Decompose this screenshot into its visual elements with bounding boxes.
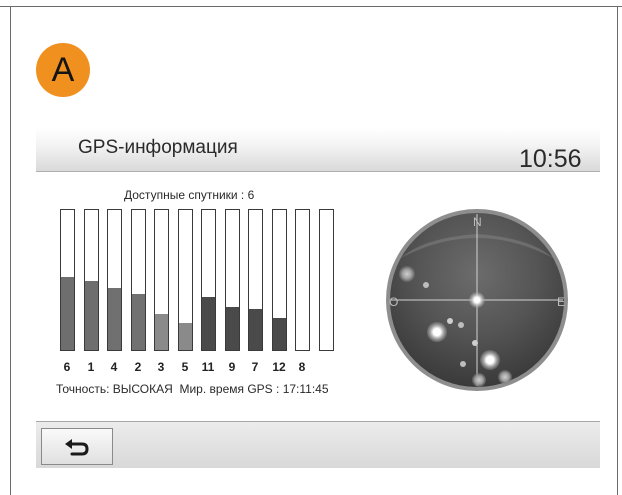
satellite-id-label: 8 xyxy=(298,360,306,374)
satellite-bar-fill xyxy=(85,281,98,350)
north-label: N xyxy=(473,215,482,229)
back-button[interactable] xyxy=(41,428,113,465)
satellite-id-label: 6 xyxy=(63,360,71,374)
return-arrow-icon xyxy=(65,438,89,455)
satellite-id-label: 9 xyxy=(228,360,236,374)
position-center-core xyxy=(474,297,480,303)
figure-label-letter: A xyxy=(51,50,75,89)
satellite-bar-fill xyxy=(61,277,74,350)
accuracy-label: Точность: xyxy=(56,382,110,396)
satellite-id-label: 12 xyxy=(272,360,286,374)
east-label: E xyxy=(557,295,565,309)
satellite-dot xyxy=(472,373,486,387)
satellite-bar-fill xyxy=(226,307,239,350)
satellite-bar xyxy=(295,209,310,351)
figure-label-badge: A xyxy=(36,43,90,97)
satellite-bar-fill xyxy=(273,318,286,350)
satellite-id-label: 3 xyxy=(157,360,165,374)
satellite-bar xyxy=(248,209,263,351)
satellite-id-label: 1 xyxy=(87,360,95,374)
satellite-dot xyxy=(472,340,478,346)
frame-top-border xyxy=(0,6,622,7)
west-label: O xyxy=(389,295,398,309)
satellite-dot xyxy=(423,282,429,288)
satellite-id-label: 2 xyxy=(134,360,142,374)
satellite-bar xyxy=(154,209,169,351)
satellite-dot xyxy=(498,370,512,384)
satellite-bar xyxy=(107,209,122,351)
satellite-bar-fill xyxy=(155,314,168,350)
satellite-id-label: 11 xyxy=(201,360,215,374)
satellite-dot xyxy=(447,318,453,324)
satellite-bar xyxy=(201,209,216,351)
satellite-dot-core xyxy=(486,356,494,364)
satellite-bar-fill xyxy=(179,323,192,350)
satellite-bar xyxy=(272,209,287,351)
header-divider xyxy=(36,171,600,172)
status-line: Точность: ВЫСОКАЯ Мир. время GPS : 17:11… xyxy=(56,382,329,396)
satellite-bar-fill xyxy=(249,309,262,350)
satellite-bar xyxy=(84,209,99,351)
accuracy-value: ВЫСОКАЯ xyxy=(112,382,173,396)
satellite-bar-fill xyxy=(108,288,121,350)
satellite-bar xyxy=(225,209,240,351)
gps-time-value: 17:11:45 xyxy=(282,382,329,396)
available-satellites-label: Доступные спутники : 6 xyxy=(124,188,255,202)
satellite-dot xyxy=(399,266,415,282)
frame-right-border xyxy=(617,6,618,495)
satellite-id-label: 7 xyxy=(251,360,259,374)
satellite-id-label: 5 xyxy=(181,360,189,374)
page-title: GPS-информация xyxy=(78,137,238,158)
satellite-dot xyxy=(458,322,464,328)
clock-time: 10:56 xyxy=(519,145,582,173)
satellite-bar-fill xyxy=(132,294,145,350)
satellite-dot xyxy=(460,361,466,367)
satellite-bar xyxy=(178,209,193,351)
frame-left-border xyxy=(10,6,11,495)
satellite-bar xyxy=(60,209,75,351)
satellite-bar xyxy=(131,209,146,351)
satellite-id-label: 4 xyxy=(110,360,118,374)
satellite-bar xyxy=(319,209,334,351)
satellite-dot-core xyxy=(433,328,441,336)
gps-time-label: Мир. время GPS : xyxy=(179,382,280,396)
satellite-bar-fill xyxy=(202,297,215,350)
footer-bar xyxy=(36,422,600,468)
satellite-sky-radar: N O E xyxy=(386,209,568,391)
